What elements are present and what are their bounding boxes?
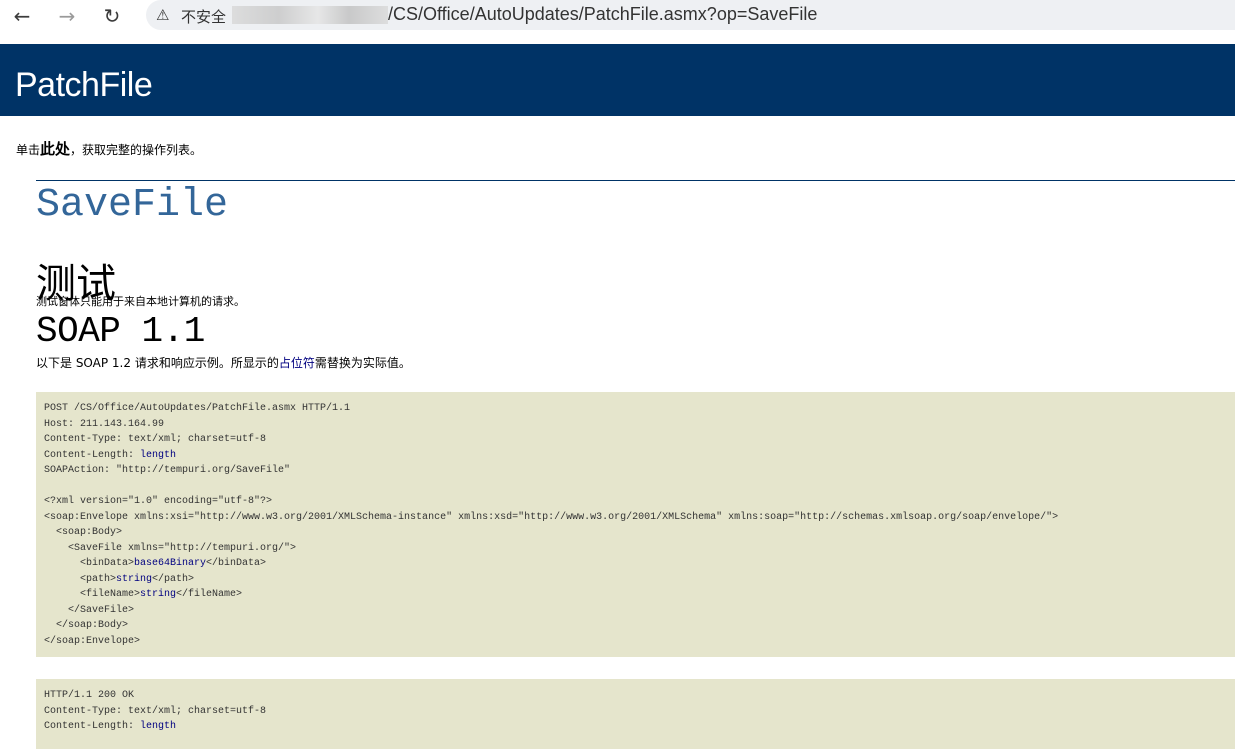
reload-icon[interactable]: ↻	[97, 4, 127, 28]
operations-list-link[interactable]: 此处	[40, 140, 70, 158]
page-header: PatchFile	[0, 44, 1235, 116]
code-line: Content-Type: text/xml; charset=utf-8	[44, 705, 267, 717]
soap-note: 以下是 SOAP 1.2 请求和响应示例。所显示的占位符需替换为实际值。	[36, 354, 411, 371]
placeholder-value: length	[140, 721, 177, 732]
code-line: <soap:Envelope xmlns:xsi="http://www.w3.…	[44, 511, 1059, 523]
code-line: </soap:Body>	[44, 620, 129, 631]
placeholder-value: base64Binary	[134, 558, 207, 569]
soap-note-prefix: 以下是 SOAP 1.2 请求和响应示例。所显示的	[36, 356, 279, 370]
code-line: </fileName>	[176, 589, 243, 600]
code-line: </SaveFile>	[44, 604, 135, 616]
warning-icon[interactable]: ⚠	[156, 6, 169, 24]
intro-text: 单击此处，获取完整的操作列表。	[16, 138, 202, 159]
back-arrow-icon[interactable]: ←	[7, 4, 37, 28]
code-line: <soap:Body>	[44, 527, 123, 538]
browser-toolbar: ← → ↻ ⚠ 不安全 /CS/Office/AutoUpdates/Patch…	[0, 0, 1235, 43]
code-line: Host: 211.143.164.99	[44, 418, 165, 430]
code-line: <SaveFile xmlns="http://tempuri.org/">	[44, 542, 297, 554]
code-line: </soap:Envelope>	[44, 635, 141, 647]
redacted-host	[232, 6, 388, 24]
placeholder-value: string	[116, 573, 153, 585]
code-line: <fileName>	[44, 589, 141, 600]
soap-request-sample: POST /CS/Office/AutoUpdates/PatchFile.as…	[36, 392, 1235, 657]
soap-note-suffix: 需替换为实际值。	[314, 356, 411, 370]
intro-suffix: ，获取完整的操作列表。	[70, 143, 203, 157]
soap-response-sample: HTTP/1.1 200 OK Content-Type: text/xml; …	[36, 679, 1235, 749]
url-text[interactable]: /CS/Office/AutoUpdates/PatchFile.asmx?op…	[388, 4, 817, 25]
code-line: Content-Length:	[44, 449, 141, 461]
soap-heading: SOAP 1.1	[36, 311, 205, 352]
security-status[interactable]: 不安全	[181, 6, 226, 27]
test-note: 测试窗体只能用于来自本地计算机的请求。	[36, 295, 245, 308]
code-line: <binData>	[44, 558, 135, 569]
service-title: PatchFile	[15, 66, 153, 104]
code-line: Content-Type: text/xml; charset=utf-8	[44, 434, 267, 445]
code-line: </path>	[152, 573, 195, 585]
placeholder-label: 占位符	[278, 356, 315, 370]
operation-title: SaveFile	[36, 183, 229, 228]
code-line: HTTP/1.1 200 OK	[44, 690, 135, 701]
code-line: <?xml version="1.0" encoding="utf-8"?>	[44, 496, 273, 507]
forward-arrow-icon[interactable]: →	[52, 4, 82, 28]
code-line: Content-Length:	[44, 721, 141, 732]
code-line: SOAPAction: "http://tempuri.org/SaveFile…	[44, 465, 291, 476]
code-line: POST /CS/Office/AutoUpdates/PatchFile.as…	[44, 403, 351, 414]
divider	[36, 180, 1235, 181]
code-line: <path>	[44, 573, 117, 585]
placeholder-value: length	[140, 449, 177, 461]
code-line: </binData>	[206, 558, 267, 569]
intro-prefix: 单击	[16, 143, 41, 157]
placeholder-value: string	[140, 589, 177, 600]
